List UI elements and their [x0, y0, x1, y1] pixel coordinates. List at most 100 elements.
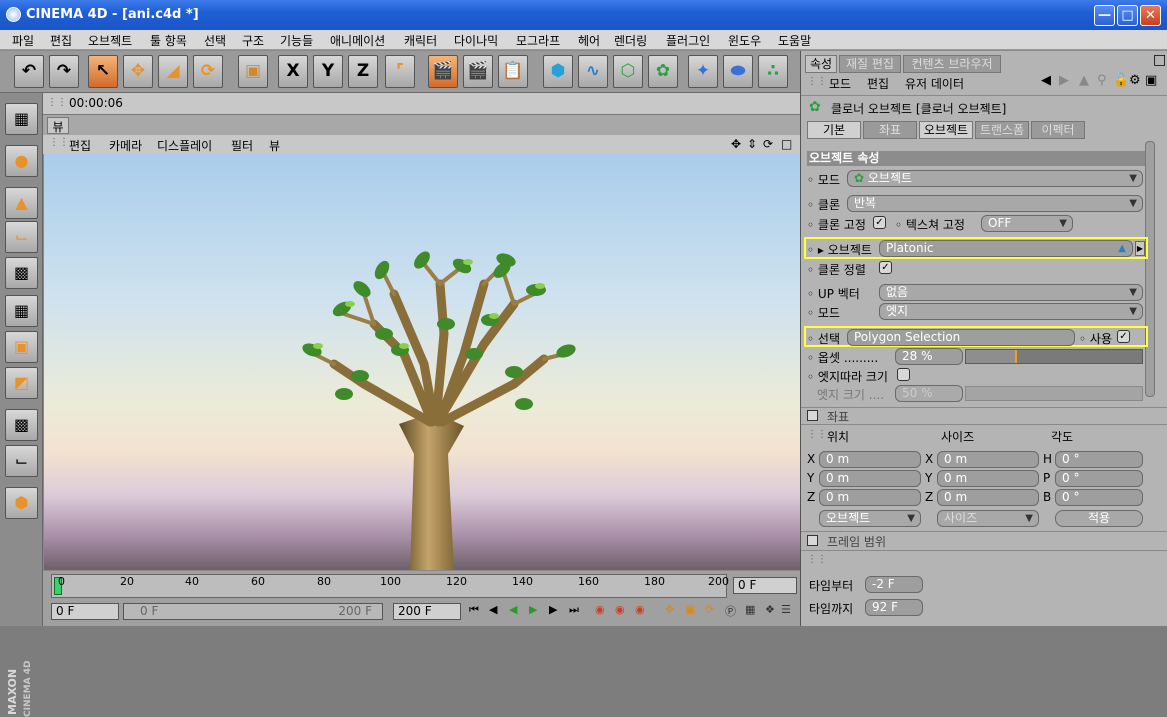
key-scale-icon[interactable]: ▣: [685, 603, 695, 616]
points-icon[interactable]: ▩: [5, 257, 38, 289]
menu-file[interactable]: 파일: [12, 32, 34, 49]
mode2-dropdown[interactable]: 엣지 ▼: [879, 303, 1143, 320]
viewmenu-edit[interactable]: 편집: [69, 137, 91, 154]
offset-slider-knob[interactable]: [1015, 350, 1018, 363]
subtab-transform[interactable]: 트랜스폼: [975, 121, 1029, 139]
key-icon[interactable]: ◉: [635, 603, 645, 616]
orbit-icon[interactable]: ⟳: [763, 137, 773, 151]
menu-tools[interactable]: 툴 항목: [150, 32, 187, 49]
attr-menu-mode[interactable]: 모드: [829, 75, 851, 92]
menu-mograph[interactable]: 모그라프: [516, 32, 560, 49]
render-view-icon[interactable]: 🎬: [428, 55, 458, 88]
coord-system-icon[interactable]: ⌜: [385, 55, 415, 88]
array-icon[interactable]: ✿: [648, 55, 678, 88]
attr-scrollbar[interactable]: [1145, 141, 1155, 397]
polygons-icon[interactable]: ▣: [5, 331, 38, 363]
link-menu-arrow[interactable]: ▶: [1135, 241, 1145, 256]
3d-viewport[interactable]: [44, 154, 800, 570]
minimize-button[interactable]: —: [1094, 5, 1115, 26]
menu-character[interactable]: 캐릭터: [404, 32, 437, 49]
deformer-icon[interactable]: ✦: [688, 55, 718, 88]
viewmenu-display[interactable]: 디스플레이: [157, 137, 212, 154]
tab-content-browser[interactable]: 컨텐츠 브라우저: [903, 55, 1001, 73]
scene-icon[interactable]: ⬬: [723, 55, 753, 88]
live-select-icon[interactable]: ↖: [88, 55, 118, 88]
up-vector-dropdown[interactable]: 없음 ▼: [879, 284, 1143, 301]
offset-slider[interactable]: [965, 349, 1143, 364]
key-extra-icon[interactable]: ❖: [765, 603, 775, 616]
time-from-field[interactable]: -2 F: [865, 576, 923, 593]
menu-hair[interactable]: 헤어: [578, 32, 600, 49]
scene-objects-icon[interactable]: ●: [5, 145, 38, 177]
undo-icon[interactable]: ↶: [14, 55, 44, 88]
subtab-effectors[interactable]: 이펙터: [1031, 121, 1085, 139]
attr-menu-edit[interactable]: 편집: [867, 75, 889, 92]
menu-object[interactable]: 오브젝트: [88, 32, 132, 49]
rotate-icon[interactable]: ⟳: [193, 55, 223, 88]
panel-close-icon[interactable]: □: [1153, 52, 1166, 68]
viewmenu-camera[interactable]: 카메라: [109, 137, 142, 154]
key-param-icon[interactable]: Ⓟ: [725, 603, 736, 619]
pos-z-field[interactable]: 0 m: [819, 489, 921, 506]
size-y-field[interactable]: 0 m: [937, 470, 1039, 487]
attr-menu-userdata[interactable]: 유저 데이터: [905, 75, 964, 92]
angle-p-field[interactable]: 0 °: [1055, 470, 1143, 487]
record-icon[interactable]: ◉: [595, 603, 605, 616]
go-start-icon[interactable]: ⏮: [469, 603, 479, 617]
menu-help[interactable]: 도움말: [778, 32, 811, 49]
end-frame-field[interactable]: 200 F: [393, 603, 461, 620]
primitives-icon[interactable]: ⬢: [5, 487, 38, 519]
edge-size2-slider[interactable]: [965, 386, 1143, 401]
object-link-field[interactable]: Platonic ▲: [879, 240, 1133, 257]
render-picture-icon[interactable]: 🎬: [463, 55, 493, 88]
size-x-field[interactable]: 0 m: [937, 451, 1039, 468]
pan-icon[interactable]: ✥: [731, 137, 741, 151]
menu-render[interactable]: 렌더링: [614, 32, 647, 49]
animation-icon[interactable]: ⌙: [5, 445, 38, 477]
play-back-icon[interactable]: ◀: [509, 603, 517, 616]
clone-dropdown[interactable]: 반복 ▼: [847, 195, 1143, 212]
edges-icon[interactable]: ▦: [5, 295, 38, 327]
object-cube-icon[interactable]: ▣: [238, 55, 268, 88]
pos-x-field[interactable]: 0 m: [819, 451, 921, 468]
use-checkbox[interactable]: ✓: [1117, 330, 1130, 343]
back-arrow-icon[interactable]: ◀: [1041, 73, 1051, 88]
render-settings-icon[interactable]: 📋: [498, 55, 528, 88]
close-button[interactable]: ✕: [1140, 5, 1161, 26]
coord-collapse-icon[interactable]: [807, 410, 818, 421]
time-to-field[interactable]: 92 F: [865, 599, 923, 616]
uvw-icon[interactable]: ◩: [5, 367, 38, 399]
dolly-icon[interactable]: ⇕: [747, 137, 757, 151]
model-icon[interactable]: ▲: [5, 187, 38, 219]
timeline-menu-icon[interactable]: ☰: [781, 603, 791, 616]
start-frame-field[interactable]: 0 F: [51, 603, 119, 620]
maximize-button[interactable]: □: [1117, 5, 1138, 26]
pos-y-field[interactable]: 0 m: [819, 470, 921, 487]
subtab-coord[interactable]: 좌표: [863, 121, 917, 139]
menu-plugins[interactable]: 플러그인: [666, 32, 710, 49]
go-end-icon[interactable]: ⏭: [569, 603, 579, 617]
angle-b-field[interactable]: 0 °: [1055, 489, 1143, 506]
menu-select[interactable]: 선택: [204, 32, 226, 49]
lock-icon[interactable]: 🔓: [1113, 73, 1129, 88]
primitive-cube-icon[interactable]: ⬢: [543, 55, 573, 88]
menu-dynamics[interactable]: 다이나믹: [454, 32, 498, 49]
redo-icon[interactable]: ↷: [49, 55, 79, 88]
menu-window[interactable]: 윈도우: [728, 32, 761, 49]
x-axis-icon[interactable]: X: [278, 55, 308, 88]
viewmenu-filter[interactable]: 필터: [231, 137, 253, 154]
preview-range-slider[interactable]: 0 F 200 F: [123, 603, 383, 620]
key-position-icon[interactable]: ✥: [665, 603, 674, 616]
frame-range-collapse-icon[interactable]: [807, 535, 818, 546]
up-arrow-icon[interactable]: ▲: [1079, 73, 1089, 88]
menu-functions[interactable]: 기능들: [280, 32, 313, 49]
settings-icon[interactable]: ▣: [1145, 73, 1157, 88]
menu-animation[interactable]: 애니메이션: [330, 32, 385, 49]
offset-field[interactable]: 28 %: [895, 348, 963, 365]
tab-material-editor[interactable]: 재질 편집: [839, 55, 901, 73]
scale-icon[interactable]: ◢: [158, 55, 188, 88]
new-view-icon[interactable]: ⚙: [1129, 73, 1141, 88]
coord-size-select[interactable]: 사이즈 ▼: [937, 510, 1039, 527]
clone-align-checkbox[interactable]: ✓: [879, 261, 892, 274]
subtab-object[interactable]: 오브젝트: [919, 121, 973, 139]
